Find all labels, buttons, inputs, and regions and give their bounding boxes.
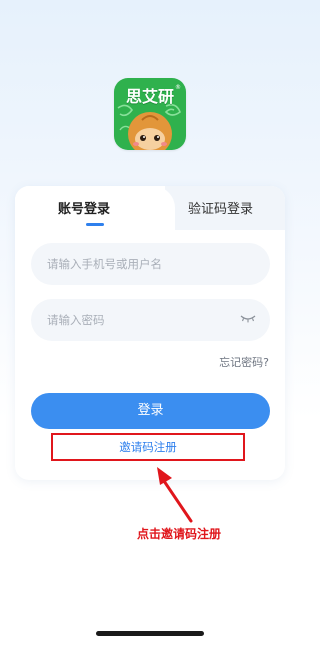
arrow-up-icon <box>157 467 193 523</box>
annotation-text: 点击邀请码注册 <box>137 527 222 541</box>
home-indicator[interactable] <box>96 631 204 636</box>
